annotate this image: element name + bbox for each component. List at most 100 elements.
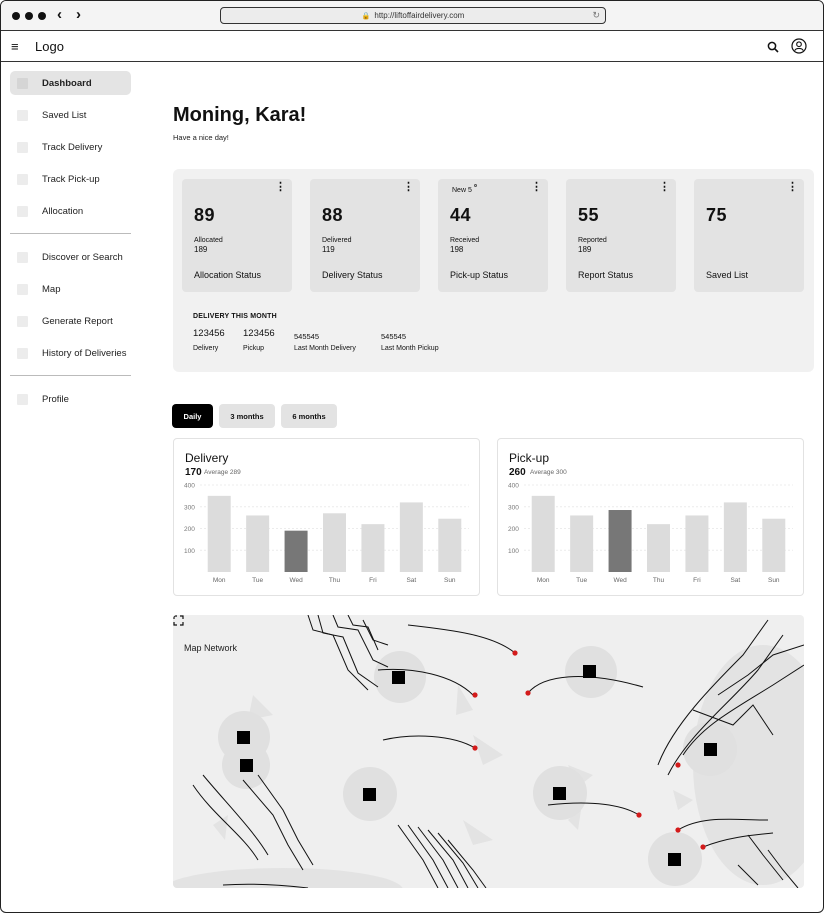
stat-value: 55 [578,205,600,225]
more-options-icon[interactable]: ⋮ [275,182,286,193]
sidebar-item-saved-list[interactable]: Saved List [10,103,131,127]
stat-caption: Report Status [578,270,634,280]
profile-icon [17,393,28,405]
page-subtitle: Have a nice day! [173,133,229,142]
stat-card-delivery[interactable]: ⋮ 88 Delivered 119 Delivery Status [310,179,420,292]
stats-panel: ⋮ 89 Allocated 189 Allocation Status ⋮ 8… [173,169,814,372]
delivery-chart-card: Delivery 170 Average 289 400 300 200 100 Mon… [173,438,480,596]
logo[interactable]: Logo [35,39,64,54]
x-tick-label: Wed [289,577,303,584]
bar-mon [207,495,231,572]
stat-value: 44 [450,205,472,225]
tab-3-months[interactable]: 3 months [219,404,275,428]
x-tick-label: Sun [768,577,780,584]
maximize-window-dot[interactable] [38,12,46,20]
sidebar-item-track-pickup[interactable]: Track Pick-up [10,167,131,191]
tab-daily[interactable]: Daily [172,404,213,428]
track-pickup-icon [17,173,28,185]
more-options-icon[interactable]: ⋮ [531,182,542,193]
history-icon [17,347,28,359]
stat-label: Delivered [322,237,352,244]
map-icon [17,283,28,295]
more-options-icon[interactable]: ⋮ [787,182,798,193]
sidebar-item-map[interactable]: Map [10,277,131,301]
saved-list-icon [17,109,28,121]
sidebar-item-profile[interactable]: Profile [10,387,131,411]
browser-window: ‹ › 🔒 http://liftoffairdelivery.com ↻ ≡ … [0,0,824,913]
track-delivery-icon [17,141,28,153]
more-options-icon[interactable]: ⋮ [659,182,670,193]
stat-subvalue: 119 [322,245,335,254]
close-window-dot[interactable] [12,12,20,20]
sidebar-item-label: Map [42,283,61,295]
sidebar-item-discover-search[interactable]: Discover or Search [10,245,131,269]
stat-subvalue: 198 [450,245,464,254]
chart-total: 260 [509,467,526,478]
bar-sun [762,518,786,572]
bar-tue [246,515,270,572]
stat-value: 88 [322,205,344,225]
tab-6-months[interactable]: 6 months [281,404,337,428]
more-options-icon[interactable]: ⋮ [403,182,414,193]
lock-icon: 🔒 [361,12,371,20]
stat-card-saved-list[interactable]: ⋮ 75 Saved List [694,179,804,292]
stat-card-allocation[interactable]: ⋮ 89 Allocated 189 Allocation Status [182,179,292,292]
bar-wed [608,510,632,572]
bar-sun [438,518,462,572]
page-title: Moning, Kara! [173,104,307,126]
expand-icon[interactable] [173,615,184,626]
stat-label: Allocated [194,237,223,244]
map-node-halos [218,646,737,886]
reload-icon[interactable]: ↻ [592,10,600,21]
bar-tue [570,515,594,572]
delivery-bar-chart: 400 300 200 100 Mon Tue Wed Thu Fri Sat Sun [184,483,469,584]
x-tick-label: Thu [653,577,665,584]
sidebar-item-allocation[interactable]: Allocation [10,199,131,223]
chart-title: Pick-up [509,451,550,465]
sidebar-item-label: Discover or Search [42,251,123,263]
report-icon [17,315,28,327]
url-text: http://liftoffairdelivery.com [374,11,465,20]
bar-wed [284,530,308,572]
new-badge: New 5 [452,187,472,194]
notification-dot-icon [474,184,477,187]
stat-card-report[interactable]: ⋮ 55 Reported 189 Report Status [566,179,676,292]
sidebar-item-label: History of Deliveries [42,347,127,359]
user-account-icon[interactable] [791,38,807,54]
address-bar[interactable]: 🔒 http://liftoffairdelivery.com ↻ [220,7,606,24]
browser-toolbar: ‹ › 🔒 http://liftoffairdelivery.com ↻ [1,1,823,31]
back-arrow-icon[interactable]: ‹ [57,6,62,24]
sidebar-item-track-delivery[interactable]: Track Delivery [10,135,131,159]
pickup-chart-card: Pick-up 260 Average 300 400 300 200 100 Mon T… [497,438,804,596]
bar-thu [323,513,346,572]
sidebar-item-label: Track Pick-up [42,173,100,185]
map-canvas[interactable] [173,615,804,888]
month-delivery-value: 123456 [193,328,225,339]
stat-caption: Delivery Status [322,270,383,280]
chart-average: Average 289 [204,469,241,476]
bar-sat [723,502,747,572]
search-icon[interactable] [767,41,779,53]
map-network[interactable]: Map Network [173,615,804,888]
minimize-window-dot[interactable] [25,12,33,20]
sidebar-item-label: Saved List [42,109,87,121]
x-tick-label: Sun [444,577,456,584]
forward-arrow-icon[interactable]: › [76,6,81,24]
stat-subvalue: 189 [578,245,592,254]
stat-caption: Allocation Status [194,270,262,280]
map-title: Map Network [184,643,238,653]
stat-card-pickup[interactable]: ⋮ New 5 44 Received 198 Pick-up Status [438,179,548,292]
bar-mon [531,495,555,572]
bar-thu [647,524,670,572]
y-tick-label: 400 [184,483,195,490]
sidebar-item-dashboard[interactable]: Dashboard [10,71,131,95]
sidebar-item-label: Generate Report [42,315,113,327]
sidebar-item-label: Track Delivery [42,141,103,153]
sidebar-item-generate-report[interactable]: Generate Report [10,309,131,333]
hamburger-menu-icon[interactable]: ≡ [11,39,19,54]
bar-fri [361,524,385,572]
stat-value: 89 [194,205,216,225]
dashboard-icon [17,77,28,89]
sidebar-item-history[interactable]: History of Deliveries [10,341,131,365]
stat-label: Reported [578,237,607,244]
